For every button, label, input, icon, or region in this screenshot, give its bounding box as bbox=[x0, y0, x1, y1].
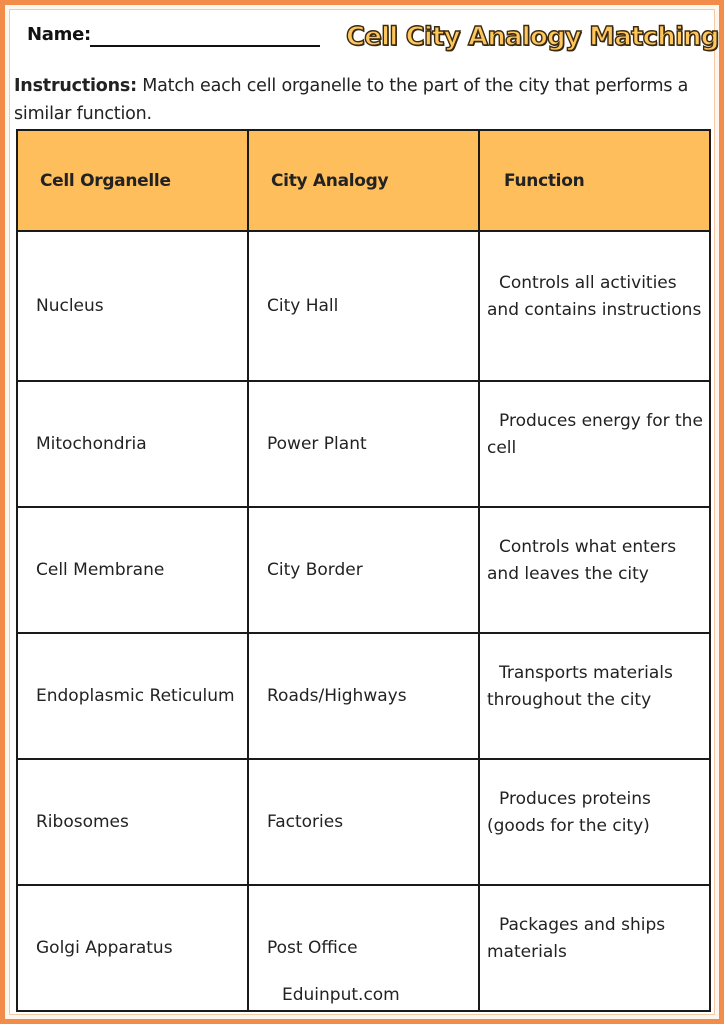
organelle-cell: Golgi Apparatus bbox=[16, 884, 249, 1012]
table-row: Ribosomes Factories Produces proteins (g… bbox=[16, 758, 711, 886]
analogy-cell: Factories bbox=[247, 758, 480, 886]
organelle-cell: Nucleus bbox=[16, 230, 249, 382]
table-row: Cell Membrane City Border Controls what … bbox=[16, 506, 711, 634]
organelle-cell: Cell Membrane bbox=[16, 506, 249, 634]
function-text: Controls what enters and leaves the city bbox=[487, 537, 677, 584]
header-cell-analogy: City Analogy bbox=[247, 129, 480, 232]
table-row: Endoplasmic Reticulum Roads/Highways Tra… bbox=[16, 632, 711, 760]
analogy-cell: City Hall bbox=[247, 230, 480, 382]
analogy-cell: City Border bbox=[247, 506, 480, 634]
function-text: Produces proteins (goods for the city) bbox=[487, 789, 651, 836]
table-header-row: Cell Organelle City Analogy Function bbox=[16, 129, 711, 232]
header-cell-function: Function bbox=[478, 129, 711, 232]
function-cell: Produces energy for the cell bbox=[478, 380, 711, 508]
function-text: Produces energy for the cell bbox=[487, 411, 703, 458]
table-row: Nucleus City Hall Controls all activitie… bbox=[16, 230, 711, 382]
instructions-label: Instructions: bbox=[14, 76, 137, 96]
function-cell: Controls all activities and contains ins… bbox=[478, 230, 711, 382]
function-cell: Produces proteins (goods for the city) bbox=[478, 758, 711, 886]
function-cell: Controls what enters and leaves the city bbox=[478, 506, 711, 634]
analogy-table: Cell Organelle City Analogy Function Nuc… bbox=[16, 129, 711, 1012]
name-blank-line[interactable] bbox=[90, 45, 320, 47]
table-row: Mitochondria Power Plant Produces energy… bbox=[16, 380, 711, 508]
organelle-cell: Endoplasmic Reticulum bbox=[16, 632, 249, 760]
function-cell: Transports materials throughout the city bbox=[478, 632, 711, 760]
function-cell: Packages and ships materials bbox=[478, 884, 711, 1012]
organelle-cell: Mitochondria bbox=[16, 380, 249, 508]
function-text: Controls all activities and contains ins… bbox=[487, 273, 702, 320]
function-text: Transports materials throughout the city bbox=[487, 663, 673, 710]
header-cell-organelle: Cell Organelle bbox=[16, 129, 249, 232]
name-label: Name: bbox=[27, 24, 91, 45]
instructions: Instructions: Match each cell organelle … bbox=[14, 72, 704, 128]
organelle-cell: Ribosomes bbox=[16, 758, 249, 886]
function-text: Packages and ships materials bbox=[487, 915, 666, 962]
analogy-cell: Power Plant bbox=[247, 380, 480, 508]
watermark: Eduinput.com bbox=[282, 985, 400, 1005]
analogy-cell: Roads/Highways bbox=[247, 632, 480, 760]
worksheet-title: Cell City Analogy Matching bbox=[345, 21, 720, 52]
